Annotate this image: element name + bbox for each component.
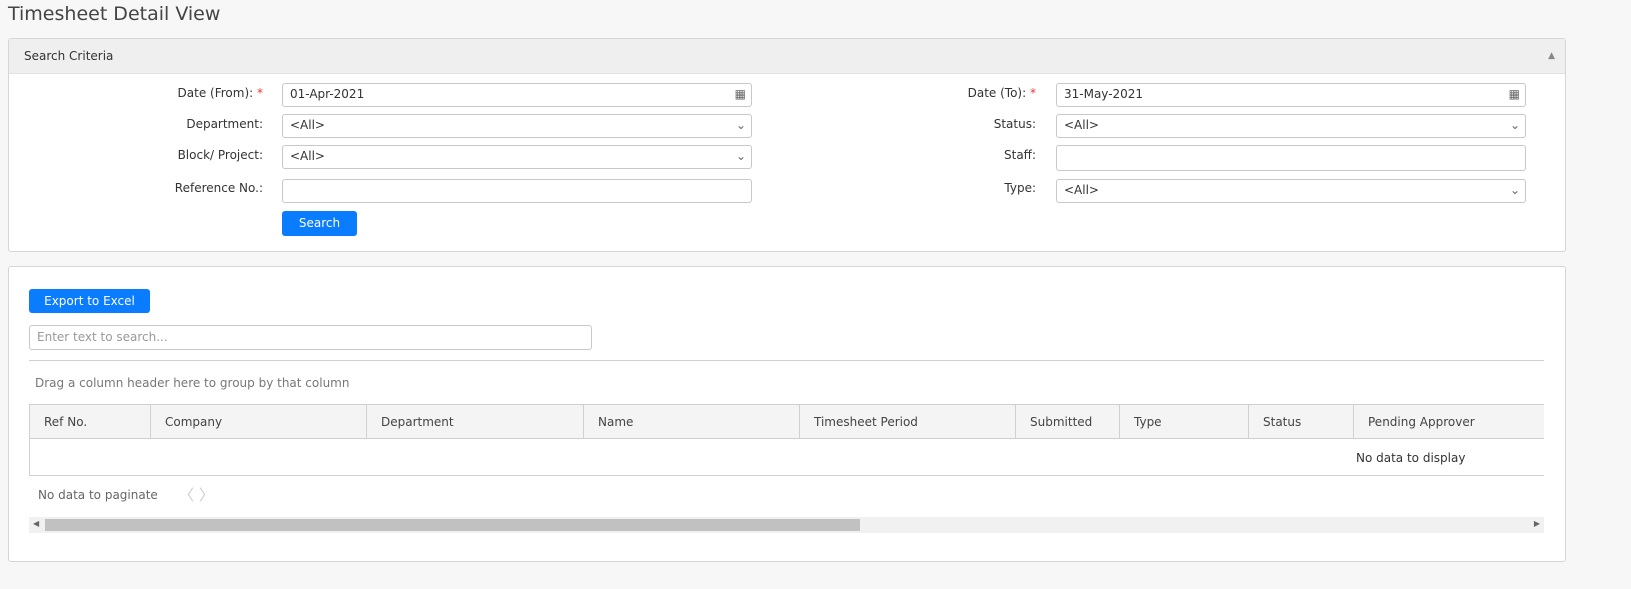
department-label: Department: <box>186 117 263 131</box>
date-from-input[interactable]: 01-Apr-2021 ▦ <box>282 83 752 107</box>
block-project-label: Block/ Project: <box>177 148 263 162</box>
chevron-down-icon: ⌄ <box>735 118 746 132</box>
calendar-icon[interactable]: ▦ <box>735 87 746 101</box>
scroll-left-icon[interactable]: ◀ <box>33 519 39 528</box>
collapse-icon[interactable]: ▲ <box>1548 51 1555 61</box>
date-from-label: Date (From): * <box>177 86 263 100</box>
status-select[interactable]: <All> ⌄ <box>1056 114 1526 138</box>
divider <box>29 360 1544 361</box>
column-header-submitted[interactable]: Submitted <box>1016 405 1120 439</box>
column-header-name[interactable]: Name <box>584 405 800 439</box>
column-header-company[interactable]: Company <box>151 405 367 439</box>
type-select[interactable]: <All> ⌄ <box>1056 179 1526 203</box>
reference-no-label: Reference No.: <box>174 181 263 195</box>
data-grid: Ref No. Company Department Name Timeshee… <box>29 404 1544 476</box>
results-panel: Export to Excel Enter text to search... … <box>8 266 1566 562</box>
grid-search-input[interactable]: Enter text to search... <box>29 325 592 350</box>
scrollbar-thumb[interactable] <box>45 519 860 531</box>
column-header-timesheet-period[interactable]: Timesheet Period <box>800 405 1016 439</box>
date-to-label: Date (To): * <box>967 86 1036 100</box>
chevron-down-icon: ⌄ <box>1509 183 1520 197</box>
panel-title: Search Criteria <box>24 49 114 63</box>
pager-text: No data to paginate <box>38 488 158 502</box>
panel-header[interactable]: Search Criteria ▲ <box>9 39 1565 74</box>
group-panel-hint: Drag a column header here to group by th… <box>35 376 350 390</box>
chevron-down-icon: ⌄ <box>1509 118 1520 132</box>
search-button[interactable]: Search <box>282 211 357 236</box>
staff-input[interactable] <box>1056 145 1526 171</box>
column-header-department[interactable]: Department <box>367 405 584 439</box>
search-criteria-panel: Search Criteria ▲ Date (From): * 01-Apr-… <box>8 38 1566 252</box>
status-label: Status: <box>993 117 1036 131</box>
next-page-icon[interactable]: 〉 <box>199 484 214 505</box>
department-select[interactable]: <All> ⌄ <box>282 114 752 138</box>
block-project-select[interactable]: <All> ⌄ <box>282 145 752 169</box>
column-header-type[interactable]: Type <box>1120 405 1249 439</box>
column-header-pending-approver[interactable]: Pending Approver <box>1354 405 1544 439</box>
column-header-status[interactable]: Status <box>1249 405 1354 439</box>
export-excel-button[interactable]: Export to Excel <box>29 289 150 313</box>
scroll-right-icon[interactable]: ▶ <box>1534 519 1540 528</box>
chevron-down-icon: ⌄ <box>735 149 746 163</box>
empty-grid-text: No data to display <box>1356 451 1466 465</box>
horizontal-scrollbar[interactable]: ◀ ▶ <box>29 517 1544 533</box>
type-label: Type: <box>1004 181 1036 195</box>
date-to-input[interactable]: 31-May-2021 ▦ <box>1056 83 1526 107</box>
staff-label: Staff: <box>1004 148 1036 162</box>
column-header-ref-no[interactable]: Ref No. <box>30 405 151 439</box>
page-title: Timesheet Detail View <box>8 3 221 25</box>
calendar-icon[interactable]: ▦ <box>1509 87 1520 101</box>
reference-no-input[interactable] <box>282 179 752 203</box>
prev-page-icon[interactable]: 〈 <box>179 484 194 505</box>
